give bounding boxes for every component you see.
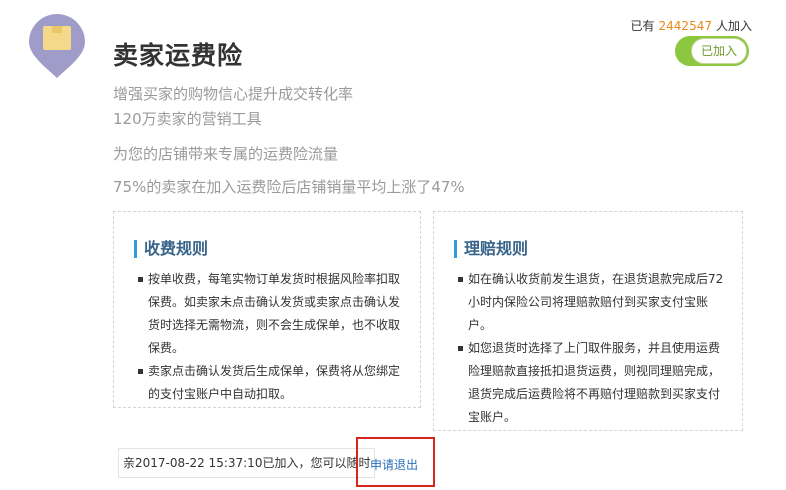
joined-toggle-label: 已加入 (691, 38, 747, 64)
joined-toggle[interactable]: 已加入 (675, 36, 749, 66)
join-status-note: 亲2017-08-22 15:37:10已加入，您可以随时 (118, 448, 376, 478)
page-title: 卖家运费险 (113, 41, 244, 70)
list-item-text: 卖家点击确认发货后生成保单，保费将从您绑定的支付宝账户中自动扣取。 (148, 364, 401, 401)
list-item-text: 按单收费，每笔实物订单发货时根据风险率扣取保费。如卖家未点击确认发货或卖家点击确… (148, 272, 401, 355)
list-item-text: 如在确认收货前发生退货，在退货退款完成后72小时内保险公司将理赔款赔付到买家支付… (468, 272, 724, 332)
bullet-icon (458, 346, 463, 351)
joined-count-info: 已有 2442547 人加入 (631, 17, 752, 34)
joined-count: 2442547 (658, 19, 712, 33)
list-item: 如您退货时选择了上门取件服务，并且使用运费险理赔款直接抵扣退货运费，则视同理赔完… (458, 337, 728, 429)
claim-rules-title: 理赔规则 (454, 240, 528, 258)
bullet-icon (138, 277, 143, 282)
list-item-text: 如您退货时选择了上门取件服务，并且使用运费险理赔款直接抵扣退货运费，则视同理赔完… (468, 341, 721, 424)
tagline: 75%的卖家在加入运费险后店铺销量平均上涨了47% (113, 178, 465, 196)
package-pin-icon (29, 14, 85, 78)
bullet-icon (138, 369, 143, 374)
fee-rules-panel: 收费规则 按单收费，每笔实物订单发货时根据风险率扣取保费。如卖家未点击确认发货或… (113, 211, 421, 408)
list-item: 按单收费，每笔实物订单发货时根据风险率扣取保费。如卖家未点击确认发货或卖家点击确… (138, 268, 406, 360)
list-item: 如在确认收货前发生退货，在退货退款完成后72小时内保险公司将理赔款赔付到买家支付… (458, 268, 728, 337)
apply-quit-link[interactable]: 申请退出 (370, 456, 418, 473)
list-item: 卖家点击确认发货后生成保单，保费将从您绑定的支付宝账户中自动扣取。 (138, 360, 406, 406)
tagline: 增强买家的购物信心提升成交转化率 (113, 85, 354, 103)
tagline: 为您的店铺带来专属的运费险流量 (113, 145, 339, 163)
claim-rules-panel: 理赔规则 如在确认收货前发生退货，在退货退款完成后72小时内保险公司将理赔款赔付… (433, 211, 743, 431)
joined-suffix: 人加入 (715, 19, 752, 33)
tagline: 120万卖家的营销工具 (113, 110, 262, 128)
join-status-text: 亲2017-08-22 15:37:10已加入，您可以随时 (123, 456, 371, 470)
fee-rules-title: 收费规则 (134, 240, 208, 258)
fee-rules-list: 按单收费，每笔实物订单发货时根据风险率扣取保费。如卖家未点击确认发货或卖家点击确… (138, 268, 406, 406)
joined-prefix: 已有 (630, 19, 655, 33)
claim-rules-list: 如在确认收货前发生退货，在退货退款完成后72小时内保险公司将理赔款赔付到买家支付… (458, 268, 728, 429)
bullet-icon (458, 277, 463, 282)
